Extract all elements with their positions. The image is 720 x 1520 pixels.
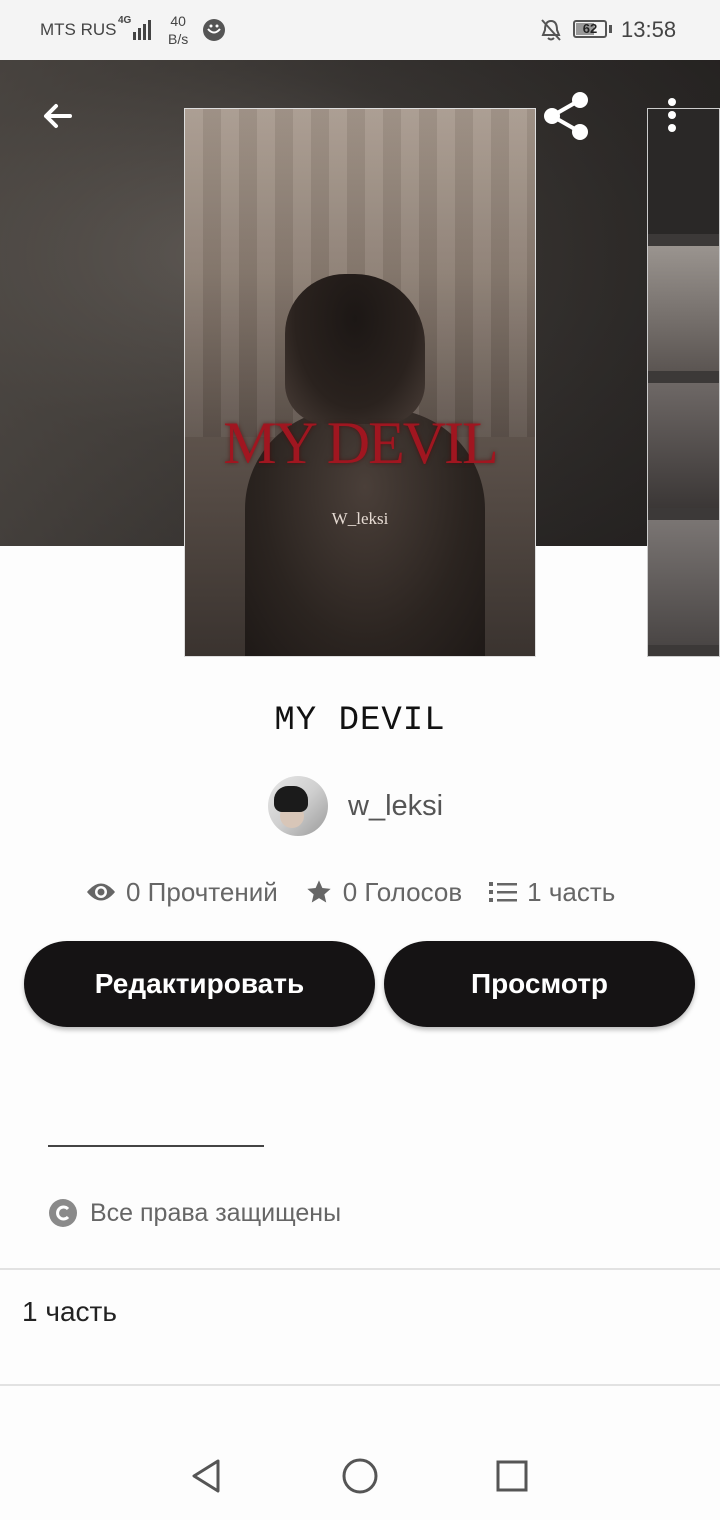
back-button[interactable] [32, 94, 80, 142]
story-cover[interactable]: MY DEVIL W_leksi [184, 108, 536, 657]
more-vertical-icon [668, 98, 676, 132]
section-divider [0, 1384, 720, 1386]
cover-title: MY DEVIL [223, 410, 498, 476]
edit-button[interactable]: Редактировать [24, 941, 375, 1027]
status-bar: MTS RUS 4G 40 B/s 62 13:58 [0, 0, 720, 60]
star-icon [307, 880, 331, 903]
avatar[interactable] [268, 776, 328, 836]
clock: 13:58 [621, 17, 677, 42]
author-link[interactable]: w_leksi [268, 776, 443, 836]
more-options-button[interactable] [660, 96, 684, 140]
parts-list-item[interactable]: 1 часть [22, 1296, 117, 1328]
copyright-icon [49, 1199, 77, 1227]
author-name[interactable]: w_leksi [348, 790, 443, 823]
nav-back-icon [192, 1459, 220, 1493]
carrier-label: MTS RUS [40, 20, 117, 39]
cover-author: W_leksi [331, 509, 389, 528]
section-divider [0, 1268, 720, 1270]
next-cover-preview[interactable] [647, 108, 720, 657]
parts-stat: 1 часть [489, 877, 615, 908]
bell-off-icon [541, 19, 561, 41]
votes-count: 0 Голосов [342, 876, 463, 907]
reads-stat: 0 Прочтений [86, 877, 278, 908]
reads-count: 0 Прочтений [126, 876, 278, 907]
battery-icon: 62 [573, 20, 607, 38]
signal-icon [133, 20, 151, 40]
story-stats: 0 Прочтений 0 Голосов 1 часть [86, 872, 642, 912]
network-type: 4G [118, 15, 132, 26]
nav-home-icon [342, 1458, 378, 1494]
description-divider [48, 1145, 264, 1147]
network-speed: 40 B/s [168, 12, 188, 48]
copyright-text: Все права защищены [90, 1198, 342, 1227]
arrow-left-icon [44, 104, 72, 128]
app-notification-icon [203, 19, 225, 41]
speed-unit: B/s [168, 31, 189, 47]
votes-stat: 0 Голосов [305, 877, 462, 908]
parts-count: 1 часть [527, 876, 616, 907]
battery-level: 62 [582, 21, 598, 36]
view-button[interactable]: Просмотр [384, 941, 695, 1027]
nav-recents-icon [496, 1460, 528, 1492]
nav-back-button[interactable] [186, 1456, 226, 1496]
share-button[interactable] [540, 90, 596, 146]
list-icon [489, 882, 518, 902]
nav-recents-button[interactable] [492, 1456, 532, 1496]
nav-home-button[interactable] [340, 1456, 380, 1496]
copyright-info: Все права защищены [48, 1198, 341, 1228]
story-title: MY DEVIL [274, 702, 446, 740]
speed-value: 40 [170, 13, 186, 29]
share-icon [544, 92, 588, 140]
eye-icon [87, 883, 115, 901]
cover-figure-head [285, 274, 425, 424]
